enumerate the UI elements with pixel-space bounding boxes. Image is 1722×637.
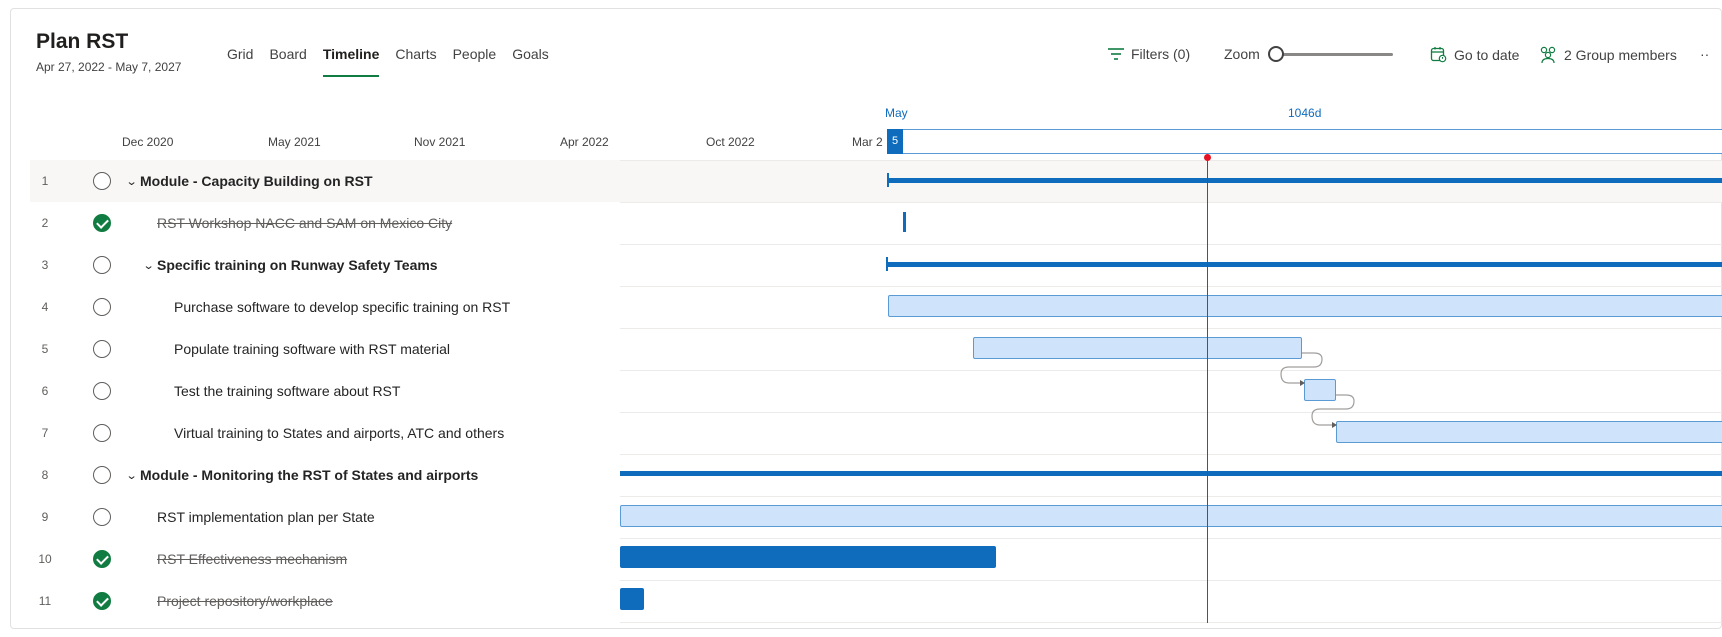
- today-marker-dot: [1204, 154, 1211, 161]
- today-marker-line: [1207, 157, 1208, 623]
- dependency-arrows: [1280, 352, 1355, 428]
